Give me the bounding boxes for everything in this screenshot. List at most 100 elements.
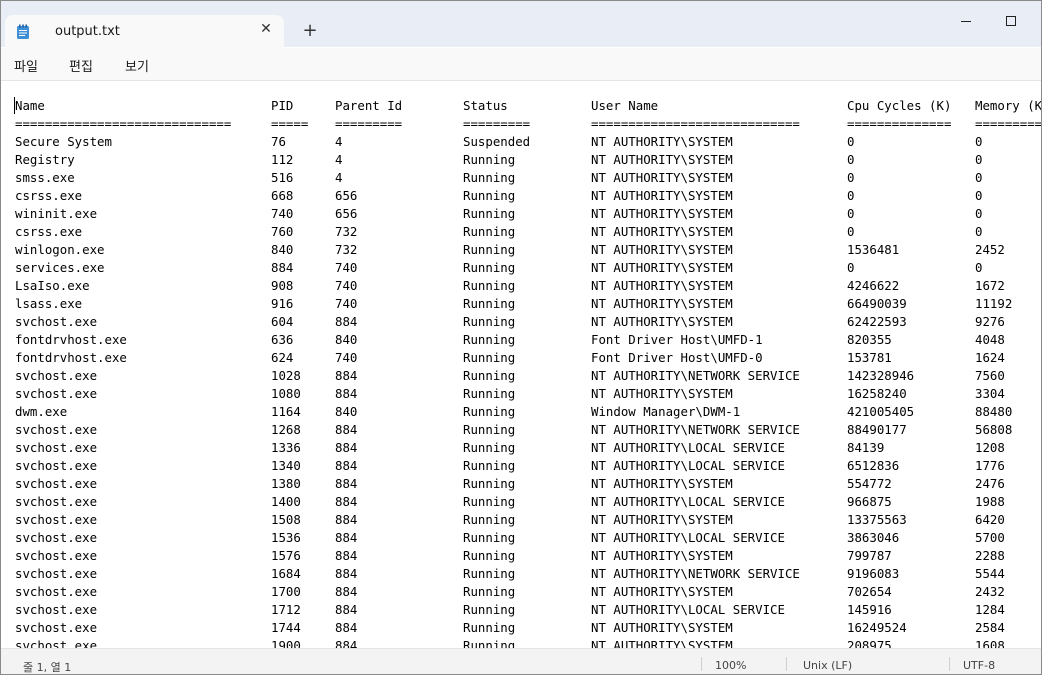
cell-status: Running xyxy=(463,188,516,203)
maximize-icon[interactable] xyxy=(996,9,1026,33)
cell-user-name: NT AUTHORITY\SYSTEM xyxy=(591,638,733,648)
cell-parent-id: 740 xyxy=(335,350,358,365)
cell-status: Running xyxy=(463,440,516,455)
cell-pid: 112 xyxy=(271,152,294,167)
cell-pid: 604 xyxy=(271,314,294,329)
cell-memory: 0 xyxy=(975,170,983,185)
cell-cpu-cycles: 142328946 xyxy=(847,368,915,383)
cell-memory: 0 xyxy=(975,260,983,275)
cell-parent-id: 4 xyxy=(335,134,343,149)
cell-parent-id: 884 xyxy=(335,386,358,401)
cell-memory: 4048 xyxy=(975,332,1005,347)
cell-pid: 740 xyxy=(271,206,294,221)
cell-name: svchost.exe xyxy=(15,494,98,509)
cell-status: Running xyxy=(463,350,516,365)
cell-pid: 624 xyxy=(271,350,294,365)
cell-parent-id: 4 xyxy=(335,170,343,185)
cell-memory: 88480 xyxy=(975,404,1013,419)
cell-user-name: Font Driver Host\UMFD-0 xyxy=(591,350,763,365)
cell-parent-id: 840 xyxy=(335,332,358,347)
cell-cpu-cycles: 153781 xyxy=(847,350,892,365)
cell-memory: 2288 xyxy=(975,548,1005,563)
cell-parent-id: 884 xyxy=(335,512,358,527)
cell-pid: 916 xyxy=(271,296,294,311)
cell-cpu-cycles: 3863046 xyxy=(847,530,900,545)
cell-parent-id: 656 xyxy=(335,188,358,203)
cell-cpu-cycles: 208975 xyxy=(847,638,892,648)
cell-status: Running xyxy=(463,152,516,167)
cell-memory: 0 xyxy=(975,152,983,167)
cell-name: svchost.exe xyxy=(15,314,98,329)
encoding[interactable]: UTF-8 xyxy=(963,659,995,672)
cell-memory: 2452 xyxy=(975,242,1005,257)
cell-pid: 1400 xyxy=(271,494,301,509)
cell-name: svchost.exe xyxy=(15,368,98,383)
cell-cpu-cycles: 88490177 xyxy=(847,422,907,437)
cell-parent-id: 884 xyxy=(335,584,358,599)
cell-memory: 1608 xyxy=(975,638,1005,648)
cell-user-name: NT AUTHORITY\LOCAL SERVICE xyxy=(591,602,785,617)
tab-output-txt[interactable]: output.txt ✕ xyxy=(5,15,284,48)
zoom-level[interactable]: 100% xyxy=(715,659,746,672)
cell-pid: 1536 xyxy=(271,530,301,545)
cell-user-name: NT AUTHORITY\SYSTEM xyxy=(591,134,733,149)
cell-memory: 2476 xyxy=(975,476,1005,491)
close-tab-icon[interactable]: ✕ xyxy=(256,19,276,39)
cell-memory: 5700 xyxy=(975,530,1005,545)
cell-user-name: NT AUTHORITY\LOCAL SERVICE xyxy=(591,494,785,509)
cell-name: LsaIso.exe xyxy=(15,278,90,293)
cell-cpu-cycles: 16258240 xyxy=(847,386,907,401)
cell-user-name: NT AUTHORITY\SYSTEM xyxy=(591,152,733,167)
cell-name: svchost.exe xyxy=(15,566,98,581)
cell-user-name: NT AUTHORITY\SYSTEM xyxy=(591,620,733,635)
cell-parent-id: 740 xyxy=(335,278,358,293)
cell-cpu-cycles: 145916 xyxy=(847,602,892,617)
cell-pid: 1080 xyxy=(271,386,301,401)
cell-user-name: ============================ xyxy=(591,116,800,131)
menu-edit[interactable]: 편집 xyxy=(69,56,93,75)
cell-cpu-cycles: 62422593 xyxy=(847,314,907,329)
minimize-icon[interactable] xyxy=(951,9,981,33)
cell-memory: 6420 xyxy=(975,512,1005,527)
cell-memory: 0 xyxy=(975,224,983,239)
cell-status: Running xyxy=(463,638,516,648)
menu-view[interactable]: 보기 xyxy=(125,56,149,75)
cell-name: svchost.exe xyxy=(15,602,98,617)
cell-cpu-cycles: 66490039 xyxy=(847,296,907,311)
cell-user-name: NT AUTHORITY\SYSTEM xyxy=(591,296,733,311)
cell-status: Running xyxy=(463,530,516,545)
cell-parent-id: 884 xyxy=(335,602,358,617)
cell-status: Running xyxy=(463,206,516,221)
cell-name: Name xyxy=(15,98,45,113)
cell-cpu-cycles: 16249524 xyxy=(847,620,907,635)
cell-name: svchost.exe xyxy=(15,458,98,473)
line-ending[interactable]: Unix (LF) xyxy=(803,659,852,672)
cell-cpu-cycles: 13375563 xyxy=(847,512,907,527)
new-tab-button[interactable]: + xyxy=(299,20,321,42)
cell-name: svchost.exe xyxy=(15,476,98,491)
cell-cpu-cycles: 84139 xyxy=(847,440,885,455)
cell-status: Running xyxy=(463,224,516,239)
text-editor[interactable]: Name PID Parent Id Status User Name Cpu Cycle… xyxy=(1,81,1041,648)
cell-parent-id: 884 xyxy=(335,638,358,648)
cell-status: Running xyxy=(463,512,516,527)
cell-status: ========= xyxy=(463,116,531,131)
cell-user-name: NT AUTHORITY\LOCAL SERVICE xyxy=(591,458,785,473)
cell-pid: 636 xyxy=(271,332,294,347)
cell-name: svchost.exe xyxy=(15,620,98,635)
cell-pid: 76 xyxy=(271,134,286,149)
cell-memory: 1988 xyxy=(975,494,1005,509)
cell-status: Running xyxy=(463,476,516,491)
cell-status: Running xyxy=(463,620,516,635)
menu-file[interactable]: 파일 xyxy=(14,56,38,75)
cell-user-name: NT AUTHORITY\NETWORK SERVICE xyxy=(591,368,800,383)
cell-name: csrss.exe xyxy=(15,224,83,239)
notepad-icon xyxy=(17,24,29,39)
cell-pid: 1380 xyxy=(271,476,301,491)
cell-name: fontdrvhost.exe xyxy=(15,332,127,347)
cell-status: Running xyxy=(463,548,516,563)
cell-name: svchost.exe xyxy=(15,512,98,527)
cell-parent-id: 740 xyxy=(335,296,358,311)
cell-parent-id: 884 xyxy=(335,620,358,635)
cell-pid: 1336 xyxy=(271,440,301,455)
